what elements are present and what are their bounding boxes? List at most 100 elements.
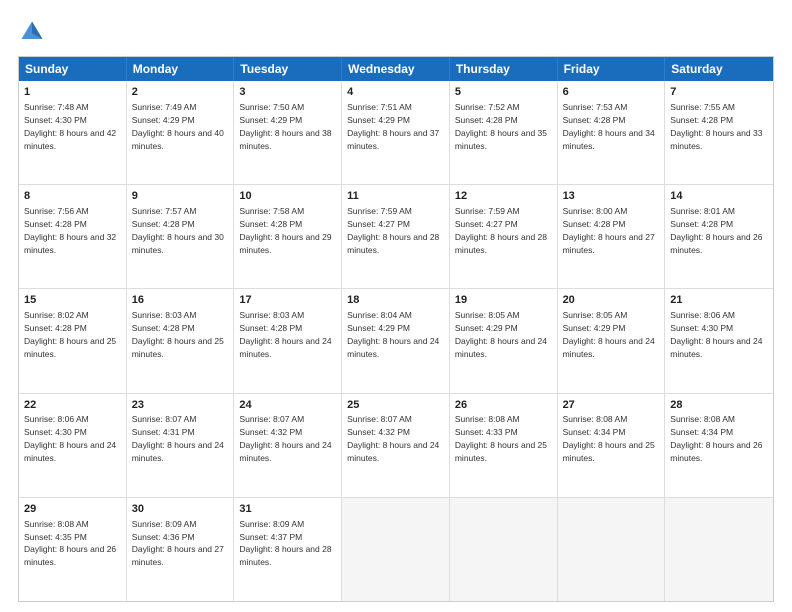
cell-info: Sunrise: 7:56 AMSunset: 4:28 PMDaylight:… xyxy=(24,206,116,255)
calendar-cell: 23Sunrise: 8:07 AMSunset: 4:31 PMDayligh… xyxy=(127,394,235,497)
calendar-cell: 17 Sunrise: 8:03 AMSunset: 4:28 PMDayligh… xyxy=(234,289,342,392)
day-number: 3 xyxy=(239,85,336,100)
cell-info: Sunrise: 8:03 AMSunset: 4:28 PMDaylight:… xyxy=(239,310,331,359)
day-number: 30 xyxy=(132,502,229,517)
day-number: 20 xyxy=(563,293,660,308)
cell-info: Sunrise: 8:00 AMSunset: 4:28 PMDaylight:… xyxy=(563,206,655,255)
day-number: 22 xyxy=(24,398,121,413)
calendar-cell: 19Sunrise: 8:05 AMSunset: 4:29 PMDayligh… xyxy=(450,289,558,392)
cell-info: Sunrise: 8:06 AMSunset: 4:30 PMDaylight:… xyxy=(24,414,116,463)
calendar-header: SundayMondayTuesdayWednesdayThursdayFrid… xyxy=(19,57,773,81)
day-number: 15 xyxy=(24,293,121,308)
calendar-cell: 12 Sunrise: 7:59 AMSunset: 4:27 PMDayligh… xyxy=(450,185,558,288)
calendar: SundayMondayTuesdayWednesdayThursdayFrid… xyxy=(18,56,774,602)
day-number: 17 xyxy=(239,293,336,308)
day-number: 27 xyxy=(563,398,660,413)
calendar-cell: 4 Sunrise: 7:51 AMSunset: 4:29 PMDaylight… xyxy=(342,81,450,184)
cell-info: Sunrise: 8:07 AMSunset: 4:31 PMDaylight:… xyxy=(132,414,224,463)
header-cell-sunday: Sunday xyxy=(19,57,127,81)
calendar-cell: 8 Sunrise: 7:56 AMSunset: 4:28 PMDaylight… xyxy=(19,185,127,288)
calendar-cell: 7Sunrise: 7:55 AMSunset: 4:28 PMDaylight… xyxy=(665,81,773,184)
cell-info: Sunrise: 7:57 AMSunset: 4:28 PMDaylight:… xyxy=(132,206,224,255)
day-number: 9 xyxy=(132,189,229,204)
cell-info: Sunrise: 7:58 AMSunset: 4:28 PMDaylight:… xyxy=(239,206,331,255)
cell-info: Sunrise: 8:07 AMSunset: 4:32 PMDaylight:… xyxy=(239,414,331,463)
calendar-cell: 26Sunrise: 8:08 AMSunset: 4:33 PMDayligh… xyxy=(450,394,558,497)
day-number: 14 xyxy=(670,189,768,204)
header-cell-friday: Friday xyxy=(558,57,666,81)
day-number: 31 xyxy=(239,502,336,517)
cell-info: Sunrise: 8:02 AMSunset: 4:28 PMDaylight:… xyxy=(24,310,116,359)
logo xyxy=(18,18,50,46)
calendar-cell xyxy=(342,498,450,601)
calendar-cell: 5Sunrise: 7:52 AMSunset: 4:28 PMDaylight… xyxy=(450,81,558,184)
calendar-cell: 31 Sunrise: 8:09 AMSunset: 4:37 PMDayligh… xyxy=(234,498,342,601)
calendar-cell: 3 Sunrise: 7:50 AMSunset: 4:29 PMDaylight… xyxy=(234,81,342,184)
calendar-cell: 6Sunrise: 7:53 AMSunset: 4:28 PMDaylight… xyxy=(558,81,666,184)
calendar-cell: 25Sunrise: 8:07 AMSunset: 4:32 PMDayligh… xyxy=(342,394,450,497)
calendar-row-3: 15 Sunrise: 8:02 AMSunset: 4:28 PMDayligh… xyxy=(19,288,773,392)
calendar-cell: 27Sunrise: 8:08 AMSunset: 4:34 PMDayligh… xyxy=(558,394,666,497)
day-number: 11 xyxy=(347,189,444,204)
header-cell-monday: Monday xyxy=(127,57,235,81)
cell-info: Sunrise: 8:03 AMSunset: 4:28 PMDaylight:… xyxy=(132,310,224,359)
calendar-cell: 11 Sunrise: 7:59 AMSunset: 4:27 PMDayligh… xyxy=(342,185,450,288)
day-number: 4 xyxy=(347,85,444,100)
day-number: 23 xyxy=(132,398,229,413)
day-number: 2 xyxy=(132,85,229,100)
calendar-cell: 30Sunrise: 8:09 AMSunset: 4:36 PMDayligh… xyxy=(127,498,235,601)
cell-info: Sunrise: 7:48 AMSunset: 4:30 PMDaylight:… xyxy=(24,102,116,151)
calendar-cell: 18 Sunrise: 8:04 AMSunset: 4:29 PMDayligh… xyxy=(342,289,450,392)
calendar-cell: 9 Sunrise: 7:57 AMSunset: 4:28 PMDaylight… xyxy=(127,185,235,288)
calendar-cell xyxy=(665,498,773,601)
calendar-cell xyxy=(558,498,666,601)
calendar-cell: 2Sunrise: 7:49 AMSunset: 4:29 PMDaylight… xyxy=(127,81,235,184)
cell-info: Sunrise: 7:59 AMSunset: 4:27 PMDaylight:… xyxy=(347,206,439,255)
calendar-cell xyxy=(450,498,558,601)
calendar-cell: 28Sunrise: 8:08 AMSunset: 4:34 PMDayligh… xyxy=(665,394,773,497)
calendar-row-1: 1 Sunrise: 7:48 AMSunset: 4:30 PMDaylight… xyxy=(19,81,773,184)
day-number: 12 xyxy=(455,189,552,204)
cell-info: Sunrise: 7:52 AMSunset: 4:28 PMDaylight:… xyxy=(455,102,547,151)
cell-info: Sunrise: 7:59 AMSunset: 4:27 PMDaylight:… xyxy=(455,206,547,255)
calendar-cell: 13 Sunrise: 8:00 AMSunset: 4:28 PMDayligh… xyxy=(558,185,666,288)
cell-info: Sunrise: 8:08 AMSunset: 4:34 PMDaylight:… xyxy=(670,414,762,463)
day-number: 6 xyxy=(563,85,660,100)
calendar-cell: 10 Sunrise: 7:58 AMSunset: 4:28 PMDayligh… xyxy=(234,185,342,288)
day-number: 10 xyxy=(239,189,336,204)
page: SundayMondayTuesdayWednesdayThursdayFrid… xyxy=(0,0,792,612)
day-number: 8 xyxy=(24,189,121,204)
logo-icon xyxy=(18,18,46,46)
day-number: 18 xyxy=(347,293,444,308)
cell-info: Sunrise: 8:04 AMSunset: 4:29 PMDaylight:… xyxy=(347,310,439,359)
day-number: 16 xyxy=(132,293,229,308)
day-number: 21 xyxy=(670,293,768,308)
calendar-cell: 14 Sunrise: 8:01 AMSunset: 4:28 PMDayligh… xyxy=(665,185,773,288)
cell-info: Sunrise: 8:05 AMSunset: 4:29 PMDaylight:… xyxy=(563,310,655,359)
cell-info: Sunrise: 8:09 AMSunset: 4:37 PMDaylight:… xyxy=(239,519,331,568)
day-number: 13 xyxy=(563,189,660,204)
header-cell-saturday: Saturday xyxy=(665,57,773,81)
header-cell-tuesday: Tuesday xyxy=(234,57,342,81)
cell-info: Sunrise: 8:07 AMSunset: 4:32 PMDaylight:… xyxy=(347,414,439,463)
cell-info: Sunrise: 8:08 AMSunset: 4:35 PMDaylight:… xyxy=(24,519,116,568)
calendar-row-5: 29Sunrise: 8:08 AMSunset: 4:35 PMDayligh… xyxy=(19,497,773,601)
day-number: 28 xyxy=(670,398,768,413)
cell-info: Sunrise: 8:08 AMSunset: 4:34 PMDaylight:… xyxy=(563,414,655,463)
cell-info: Sunrise: 7:50 AMSunset: 4:29 PMDaylight:… xyxy=(239,102,331,151)
cell-info: Sunrise: 7:51 AMSunset: 4:29 PMDaylight:… xyxy=(347,102,439,151)
cell-info: Sunrise: 8:05 AMSunset: 4:29 PMDaylight:… xyxy=(455,310,547,359)
calendar-cell: 16 Sunrise: 8:03 AMSunset: 4:28 PMDayligh… xyxy=(127,289,235,392)
day-number: 1 xyxy=(24,85,121,100)
calendar-cell: 24Sunrise: 8:07 AMSunset: 4:32 PMDayligh… xyxy=(234,394,342,497)
calendar-row-4: 22Sunrise: 8:06 AMSunset: 4:30 PMDayligh… xyxy=(19,393,773,497)
cell-info: Sunrise: 7:55 AMSunset: 4:28 PMDaylight:… xyxy=(670,102,762,151)
day-number: 26 xyxy=(455,398,552,413)
day-number: 25 xyxy=(347,398,444,413)
calendar-cell: 29Sunrise: 8:08 AMSunset: 4:35 PMDayligh… xyxy=(19,498,127,601)
cell-info: Sunrise: 8:01 AMSunset: 4:28 PMDaylight:… xyxy=(670,206,762,255)
calendar-cell: 22Sunrise: 8:06 AMSunset: 4:30 PMDayligh… xyxy=(19,394,127,497)
calendar-body: 1 Sunrise: 7:48 AMSunset: 4:30 PMDaylight… xyxy=(19,81,773,601)
cell-info: Sunrise: 8:06 AMSunset: 4:30 PMDaylight:… xyxy=(670,310,762,359)
cell-info: Sunrise: 8:08 AMSunset: 4:33 PMDaylight:… xyxy=(455,414,547,463)
